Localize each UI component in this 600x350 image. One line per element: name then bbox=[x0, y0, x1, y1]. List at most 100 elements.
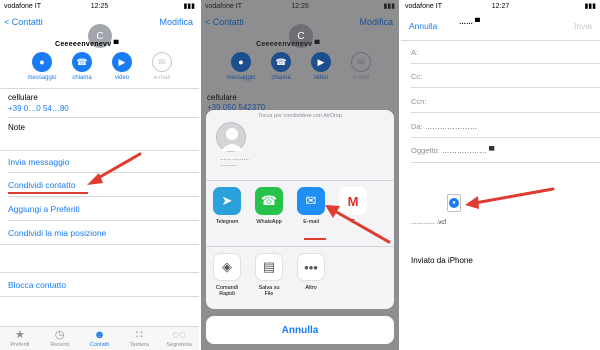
clock-icon: ◷ bbox=[54, 329, 65, 341]
status-bar: vodafone IT 12:27 ▮▮▮ bbox=[401, 0, 600, 12]
telegram-icon: ➤ bbox=[213, 187, 241, 215]
video-icon: ▶ bbox=[311, 52, 331, 72]
people-icon: ☻ bbox=[93, 329, 106, 341]
attachment-name: ………… .vcf bbox=[411, 220, 447, 226]
action-label: Altro bbox=[305, 285, 317, 291]
divider bbox=[0, 150, 199, 151]
from-label: Da: bbox=[411, 122, 423, 131]
message-icon: ● bbox=[32, 52, 52, 72]
tab-label: Tastiera bbox=[129, 342, 149, 348]
nav-bar-dimmed: < Contatti C Modifica bbox=[201, 12, 399, 48]
subject-label: Oggetto: bbox=[411, 146, 440, 155]
email-label: e-mail bbox=[352, 75, 370, 81]
app-label: Telegram bbox=[215, 219, 239, 225]
avatar-initial: C bbox=[297, 30, 305, 42]
share-actions-row: ◈ Comandi Rapidi ▤ Salva su File ••• Altro bbox=[206, 253, 394, 297]
status-bar: vodafone IT 12:25 ▮▮▮ bbox=[0, 0, 199, 12]
save-to-files-action[interactable]: ▤ Salva su File bbox=[254, 253, 284, 297]
shortcuts-action[interactable]: ◈ Comandi Rapidi bbox=[212, 253, 242, 297]
bcc-field[interactable]: Ccn: bbox=[411, 97, 600, 106]
share-contact-underline bbox=[8, 192, 88, 194]
contact-name: Ceeeeenvenevv ▀ bbox=[256, 41, 320, 48]
share-sheet: Tocca per condividere con AirDrop …… ………… bbox=[206, 110, 394, 309]
tab-label: Segreteria bbox=[166, 342, 192, 348]
share-apps-row: ➤ Telegram ☎ WhatsApp ✉ E-mail MG bbox=[206, 187, 394, 225]
email-action[interactable]: ✉ e-mail bbox=[146, 52, 178, 81]
block-contact-link[interactable]: Blocca contatto bbox=[8, 280, 66, 290]
tab-label: Contatti bbox=[90, 342, 109, 348]
to-label: A: bbox=[411, 48, 419, 57]
vcard-attachment[interactable]: ● bbox=[447, 194, 461, 212]
tab-voicemail[interactable]: ◌◌ Segreteria bbox=[159, 327, 199, 350]
app-label: G bbox=[350, 219, 356, 225]
cancel-button[interactable]: Annulla bbox=[409, 21, 437, 31]
email-app[interactable]: ✉ E-mail bbox=[296, 187, 326, 225]
call-label: chiama bbox=[271, 75, 291, 81]
star-icon: ★ bbox=[14, 329, 25, 341]
gmail-app[interactable]: MG bbox=[338, 187, 368, 225]
tab-favorites[interactable]: ★ Preferiti bbox=[0, 327, 40, 350]
cc-field[interactable]: Cc: bbox=[411, 72, 600, 81]
keypad-icon: ∷ bbox=[135, 329, 143, 341]
message-action: ● messaggio bbox=[225, 52, 257, 81]
divider bbox=[8, 220, 199, 221]
compose-header: Annulla …… ▀ Invia bbox=[401, 12, 600, 40]
subject-field[interactable]: Oggetto: ……………… ▀ bbox=[411, 146, 600, 155]
message-action[interactable]: ● messaggio bbox=[26, 52, 58, 81]
back-button[interactable]: < Contatti bbox=[4, 17, 43, 27]
edit-button[interactable]: Modifica bbox=[159, 17, 193, 27]
nav-bar: < Contatti C Modifica bbox=[0, 12, 199, 48]
video-icon: ▶ bbox=[112, 52, 132, 72]
divider bbox=[0, 272, 199, 273]
from-value: ………………… bbox=[424, 122, 478, 131]
tab-recents[interactable]: ◷ Recenti bbox=[40, 327, 80, 350]
share-sheet-screen: vodafone IT 12:25 ▮▮▮ < Contatti C Modif… bbox=[201, 0, 399, 350]
layers-icon: ◈ bbox=[213, 253, 241, 281]
message-label: messaggio bbox=[27, 75, 57, 81]
more-action[interactable]: ••• Altro bbox=[296, 253, 326, 297]
telegram-app[interactable]: ➤ Telegram bbox=[212, 187, 242, 225]
divider bbox=[206, 180, 394, 181]
mail-icon: ✉ bbox=[297, 187, 325, 215]
send-message-link[interactable]: Invia messaggio bbox=[8, 157, 69, 167]
divider bbox=[0, 244, 199, 245]
call-action[interactable]: ☎ chiama bbox=[66, 52, 98, 81]
send-button[interactable]: Invia bbox=[574, 21, 592, 31]
whatsapp-app[interactable]: ☎ WhatsApp bbox=[254, 187, 284, 225]
cc-label: Cc: bbox=[411, 72, 423, 81]
divider bbox=[401, 40, 600, 41]
tab-contacts[interactable]: ☻ Contatti bbox=[80, 327, 120, 350]
call-label: chiama bbox=[72, 75, 92, 81]
tab-keypad[interactable]: ∷ Tastiera bbox=[119, 327, 159, 350]
phone-number[interactable]: +39 0…0 54…80 bbox=[8, 104, 69, 113]
clock: 12:27 bbox=[491, 2, 510, 10]
contact-name: Ceeeeenvenevv ▀ bbox=[55, 41, 119, 48]
app-label: E-mail bbox=[303, 219, 319, 225]
email-underline bbox=[304, 238, 326, 240]
pointer-arrow-icon bbox=[465, 187, 555, 209]
status-bar: vodafone IT 12:25 ▮▮▮ bbox=[201, 0, 399, 12]
quick-actions-dimmed: ● messaggio ☎ chiama ▶ video ✉ e-mail bbox=[225, 52, 377, 81]
divider bbox=[411, 87, 600, 88]
clock: 12:25 bbox=[291, 2, 309, 10]
divider bbox=[411, 137, 600, 138]
cancel-button[interactable]: Annulla bbox=[206, 316, 394, 344]
share-location-link[interactable]: Condividi la mia posizione bbox=[8, 228, 106, 238]
divider bbox=[411, 112, 600, 113]
video-action[interactable]: ▶ video bbox=[106, 52, 138, 81]
call-action: ☎ chiama bbox=[265, 52, 297, 81]
add-favorites-link[interactable]: Aggiungi a Preferiti bbox=[8, 204, 80, 214]
airdrop-avatar[interactable] bbox=[216, 122, 246, 152]
video-label: video bbox=[114, 75, 130, 81]
whatsapp-icon: ☎ bbox=[255, 187, 283, 215]
share-contact-link[interactable]: Condividi contatto bbox=[8, 180, 76, 190]
from-field[interactable]: Da: ………………… bbox=[411, 122, 600, 131]
avatar-initial: C bbox=[96, 30, 104, 42]
person-icon bbox=[221, 128, 243, 151]
phone-type-label: cellulare bbox=[8, 93, 38, 102]
video-action: ▶ video bbox=[305, 52, 337, 81]
compose-title: …… ▀ bbox=[459, 19, 480, 26]
back-button: < Contatti bbox=[205, 17, 244, 27]
to-field[interactable]: A: bbox=[411, 48, 600, 57]
contact-detail-screen: vodafone IT 12:25 ▮▮▮ < Contatti C Modif… bbox=[0, 0, 199, 350]
